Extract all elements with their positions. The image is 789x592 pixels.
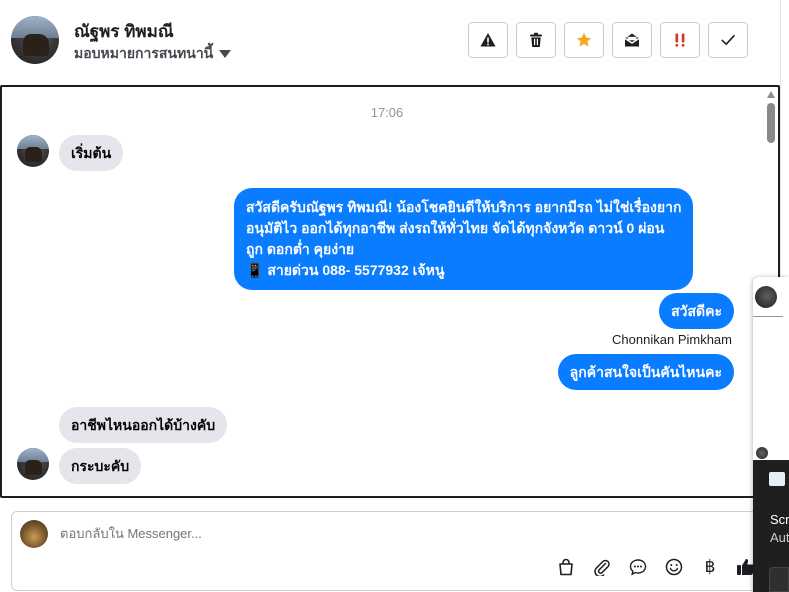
message-line: ถูก ดอกต่ำ คุยง่าย	[246, 241, 355, 257]
popup-avatar-small	[756, 447, 768, 459]
paperclip-icon	[594, 559, 610, 576]
attach-button[interactable]	[591, 556, 613, 578]
side-popup[interactable]: Scr Aut	[753, 277, 789, 592]
contact-avatar-small	[17, 448, 49, 480]
urgent-icon	[675, 33, 685, 47]
delete-button[interactable]	[516, 22, 556, 58]
check-icon	[721, 35, 735, 45]
warning-icon	[480, 33, 496, 47]
reply-input[interactable]	[60, 526, 460, 541]
chat-bubble-icon	[629, 559, 647, 576]
star-button[interactable]	[564, 22, 604, 58]
page-scrollbar[interactable]	[780, 0, 789, 277]
divider	[753, 316, 783, 317]
message-timestamp: 17:06	[370, 105, 404, 120]
star-icon	[576, 32, 592, 47]
conversation-header: ณัฐพร ทิพมณี มอบหมายการสนทนานี้	[0, 0, 780, 84]
message-bubble-incoming: เริ่มต้น	[59, 135, 124, 171]
mark-done-button[interactable]	[708, 22, 748, 58]
composer-toolbar: ฿	[555, 556, 757, 578]
emoji-button[interactable]	[663, 556, 685, 578]
screenshot-notification[interactable]: Scr Aut	[753, 460, 789, 592]
screenshot-app-icon	[769, 472, 785, 486]
contact-name[interactable]: ณัฐพร ทิพมณี	[74, 18, 174, 45]
message-bubble-outgoing: ลูกค้าสนใจเป็นคันไหนคะ	[557, 354, 734, 390]
scroll-up-arrow[interactable]	[767, 91, 775, 98]
shopping-bag-icon	[559, 558, 573, 576]
trash-icon	[530, 32, 542, 47]
message-line: สวัสดีครับณัฐพร ทิพมณี! น้องโชคยินดีให้บ…	[246, 199, 682, 215]
message-bubble-outgoing: สวัสดีคะ	[659, 293, 734, 329]
payment-button[interactable]: ฿	[699, 556, 721, 578]
mark-spam-button[interactable]	[468, 22, 508, 58]
contact-avatar-small	[17, 135, 49, 167]
emoji-icon	[665, 558, 683, 576]
mark-unread-button[interactable]	[612, 22, 652, 58]
notification-subtitle: Aut	[770, 530, 789, 545]
page-avatar	[20, 520, 48, 548]
message-line: อนุมัติไว ออกได้ทุกอาชีพ ส่งรถให้ทั่วไทย…	[246, 220, 665, 236]
notification-thumbnail	[769, 567, 789, 592]
assign-conversation-dropdown[interactable]: มอบหมายการสนทนานี้	[74, 43, 232, 65]
message-thread: 17:06 เริ่มต้น สวัสดีครับณัฐพร ทิพมณี! น…	[0, 85, 780, 498]
shopping-bag-button[interactable]	[555, 556, 577, 578]
saved-replies-button[interactable]	[627, 556, 649, 578]
caret-down-icon	[219, 50, 232, 58]
popup-avatar	[755, 286, 777, 308]
sender-name: Chonnikan Pimkham	[612, 332, 732, 347]
reply-composer: ฿	[11, 511, 771, 591]
contact-avatar[interactable]	[11, 16, 59, 64]
mark-urgent-button[interactable]	[660, 22, 700, 58]
envelope-open-icon	[624, 33, 640, 47]
assign-label: มอบหมายการสนทนานี้	[74, 45, 214, 61]
message-line: 📱 สายด่วน 088- 5577932 เจ้หนู	[246, 262, 445, 278]
message-bubble-incoming: กระบะคับ	[59, 448, 142, 484]
baht-icon: ฿	[704, 557, 716, 577]
conversation-actions	[468, 22, 748, 58]
notification-title: Scr	[770, 512, 789, 527]
message-bubble-incoming: อาชีพไหนออกได้บ้างคับ	[59, 407, 228, 443]
message-bubble-outgoing: สวัสดีครับณัฐพร ทิพมณี! น้องโชคยินดีให้บ…	[234, 188, 694, 290]
scroll-thumb[interactable]	[767, 103, 775, 143]
